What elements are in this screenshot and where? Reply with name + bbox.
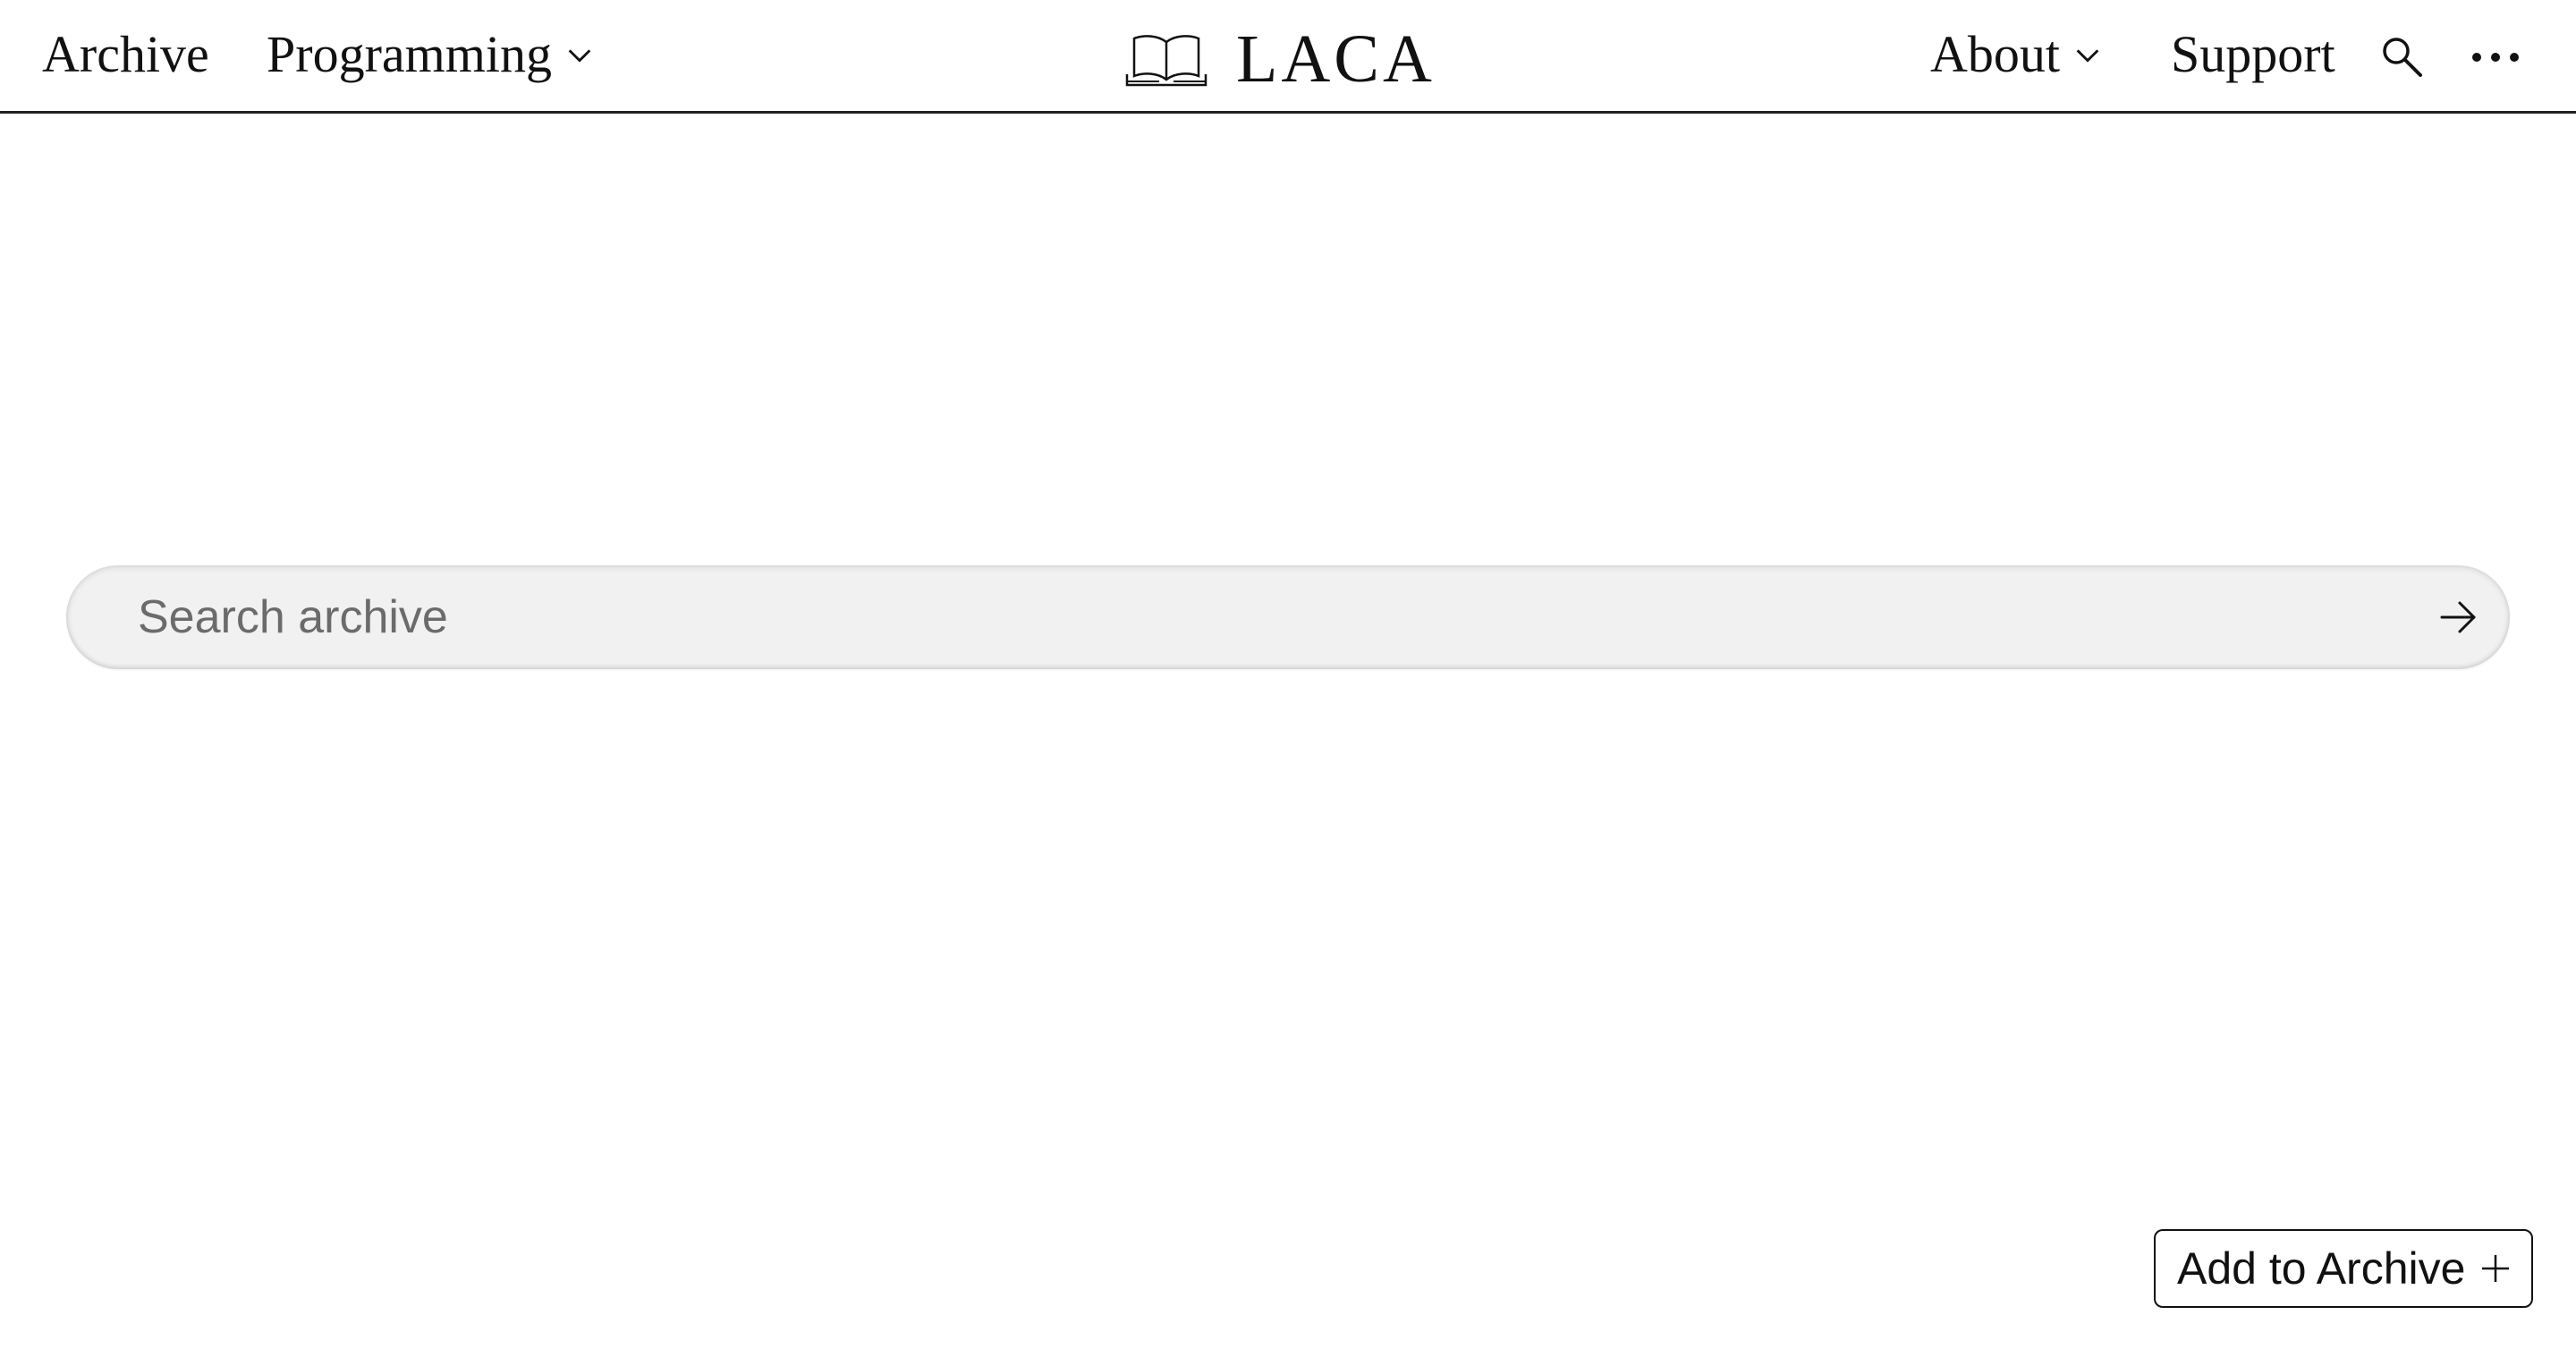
nav-archive-label: Archive	[42, 24, 209, 83]
nav-support-label: Support	[2171, 24, 2335, 83]
logo-text: LACA	[1236, 21, 1436, 97]
nav-programming[interactable]: Programming	[267, 20, 595, 88]
more-icon[interactable]	[2470, 50, 2521, 64]
nav-about-label: About	[1930, 24, 2060, 83]
top-navigation: Archive Programming LACA About Support	[0, 0, 2576, 114]
nav-programming-label: Programming	[267, 24, 552, 83]
nav-archive[interactable]: Archive	[42, 20, 209, 88]
search-bar	[66, 565, 2510, 669]
search-icon[interactable]	[2379, 34, 2424, 79]
open-book-icon	[1123, 30, 1209, 89]
add-to-archive-button[interactable]: Add to Archive	[2154, 1229, 2533, 1308]
search-input[interactable]	[138, 565, 2374, 669]
chevron-down-icon	[564, 40, 595, 71]
site-logo[interactable]: LACA	[1123, 21, 1436, 97]
chevron-down-icon	[2072, 40, 2103, 71]
plus-icon	[2479, 1252, 2512, 1285]
add-to-archive-label: Add to Archive	[2177, 1243, 2466, 1294]
arrow-right-icon[interactable]	[2438, 598, 2478, 637]
nav-support[interactable]: Support	[2171, 20, 2335, 88]
nav-about[interactable]: About	[1930, 20, 2103, 88]
